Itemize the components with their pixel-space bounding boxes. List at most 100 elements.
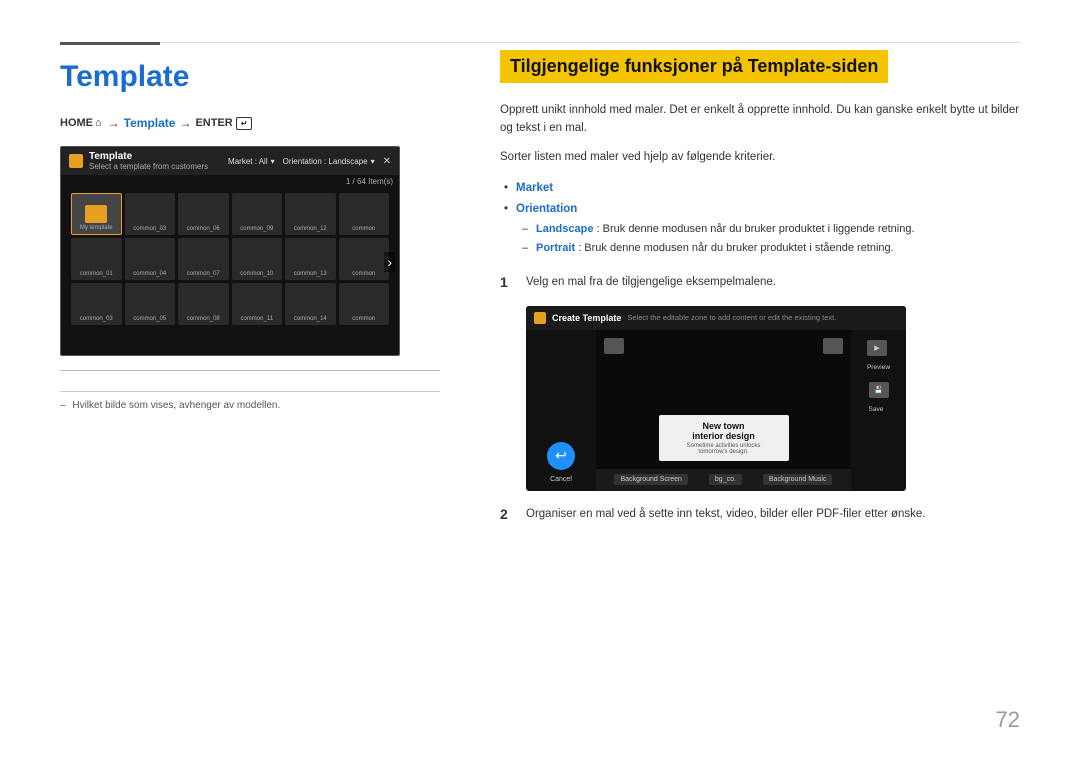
grid-item[interactable]: common_13 — [285, 238, 336, 280]
grid-item-label: common — [352, 316, 375, 322]
grid-item[interactable]: common_10 — [232, 238, 283, 280]
ct-title: Create Template — [552, 313, 621, 323]
market-label: Market — [516, 182, 553, 194]
ct-text-main: New town — [675, 421, 773, 431]
ct-left-panel: ↩ Cancel — [526, 330, 596, 491]
left-accent — [60, 42, 160, 45]
market-chevron-icon: ▾ — [271, 157, 275, 166]
ct-preview-label: Preview — [867, 364, 890, 371]
grid-item[interactable]: common_03 — [125, 193, 176, 235]
breadcrumb-template-link: Template — [124, 116, 176, 130]
ct-bg-screen-btn[interactable]: Background Screen — [614, 474, 687, 485]
item-count: 1 / 64 Item(s) — [346, 177, 393, 186]
ct-icon — [534, 312, 546, 324]
bullet-market: Market — [516, 178, 1020, 199]
orientation-label: Orientation — [516, 203, 577, 215]
grid-item-label: My template — [80, 225, 113, 231]
grid-item-label: common_03 — [133, 226, 166, 232]
breadcrumb-arrow1: → — [108, 116, 120, 130]
ct-icon-top-right — [823, 338, 843, 354]
ct-text-box: New town interior design Sometime activi… — [659, 415, 789, 461]
grid-item-label: common_13 — [294, 271, 327, 277]
page-number: 72 — [996, 707, 1020, 733]
orientation-sub-list: Landscape : Bruk denne modusen når du br… — [536, 220, 1020, 260]
grid-item-label: common_08 — [187, 316, 220, 322]
step-1-number: 1 — [500, 273, 516, 290]
feature-list: Market Orientation Landscape : Bruk denn… — [516, 178, 1020, 259]
grid-item-label: common_12 — [294, 226, 327, 232]
ct-text-tiny: Sometime activities unlocks tomorrow's d… — [675, 443, 773, 455]
screenshot-header-left: Template Select a template from customer… — [69, 151, 208, 171]
left-column: Template HOME ⌂ → Template → ENTER ↵ Tem… — [60, 50, 480, 723]
bullet-orientation: Orientation Landscape : Bruk denne modus… — [516, 199, 1020, 259]
ct-bg-co-btn[interactable]: bg_co. — [709, 474, 742, 485]
ct-save-icon[interactable]: 💾 — [869, 382, 889, 398]
caption-text: Hvilket bilde som vises, avhenger av mod… — [72, 400, 280, 411]
enter-icon: ↵ — [236, 117, 253, 130]
portrait-text: : Bruk denne modusen når du bruker produ… — [578, 242, 894, 254]
ct-black-area: New town interior design Sometime activi… — [596, 330, 851, 491]
grid-item[interactable]: common_07 — [178, 238, 229, 280]
step-2-text: Organiser en mal ved å sette inn tekst, … — [526, 505, 1020, 523]
grid-item[interactable]: common — [339, 283, 390, 325]
screenshot-subtitle: Select a template from customers — [89, 162, 208, 171]
step-1: 1 Velg en mal fra de tilgjengelige eksem… — [500, 273, 1020, 291]
close-icon[interactable]: ✕ — [383, 156, 391, 167]
next-arrow-icon[interactable]: › — [384, 252, 395, 272]
ct-cancel-icon[interactable]: ↩ — [547, 442, 575, 470]
grid-item-label: common_05 — [133, 316, 166, 322]
ct-bg-music-btn[interactable]: Background Music — [763, 474, 833, 485]
home-icon: ⌂ — [95, 117, 102, 129]
section-title: Tilgjengelige funksjoner på Template-sid… — [500, 50, 888, 83]
home-text: HOME — [60, 117, 93, 129]
grid-item-label: common — [352, 226, 375, 232]
grid-item[interactable]: common_08 — [178, 283, 229, 325]
grid-item[interactable]: common_03 — [71, 283, 122, 325]
grid-item-label: common_01 — [80, 271, 113, 277]
sort-text: Sorter listen med maler ved hjelp av føl… — [500, 148, 1020, 166]
grid-item[interactable]: common_06 — [178, 193, 229, 235]
orientation-dropdown-label: Orientation : Landscape — [283, 157, 368, 166]
grid-item[interactable]: common_09 — [232, 193, 283, 235]
create-template-box: Create Template Select the editable zone… — [526, 306, 906, 491]
breadcrumb: HOME ⌂ → Template → ENTER ↵ — [60, 116, 440, 130]
orientation-chevron-icon: ▾ — [371, 157, 375, 166]
ct-bottom-bar: Background Screen bg_co. Background Musi… — [596, 469, 851, 491]
screenshot-header-right: Market : All ▾ Orientation : Landscape ▾… — [228, 156, 391, 167]
screenshot-header: Template Select a template from customer… — [61, 147, 399, 175]
grid-item[interactable]: common_04 — [125, 238, 176, 280]
screenshot-caption: – Hvilket bilde som vises, avhenger av m… — [60, 391, 440, 411]
step-1-text: Velg en mal fra de tilgjengelige eksempe… — [526, 273, 1020, 291]
grid-item-label: common_04 — [133, 271, 166, 277]
ct-preview-icon[interactable]: ▶ — [867, 340, 887, 356]
ct-save-label: Save — [869, 406, 884, 413]
grid-item[interactable]: common_01 — [71, 238, 122, 280]
landscape-text: : Bruk denne modusen når du bruker produ… — [597, 223, 915, 235]
grid-item[interactable]: common — [339, 238, 390, 280]
orientation-dropdown[interactable]: Orientation : Landscape ▾ — [283, 157, 375, 166]
grid-item[interactable]: common_11 — [232, 283, 283, 325]
template-icon — [69, 154, 83, 168]
market-dropdown-label: Market : All — [228, 157, 268, 166]
grid-item-my-template[interactable]: My template — [71, 193, 122, 235]
breadcrumb-arrow2: → — [179, 116, 191, 130]
top-divider — [60, 42, 1020, 43]
ct-cancel-label[interactable]: Cancel — [550, 476, 572, 483]
my-template-icon — [85, 205, 107, 223]
caption-dash: – — [60, 400, 66, 411]
step-2-number: 2 — [500, 505, 516, 522]
grid-item[interactable]: common_14 — [285, 283, 336, 325]
screenshot-title: Template — [89, 151, 208, 162]
caption-divider: – Hvilket bilde som vises, avhenger av m… — [60, 370, 440, 411]
sub-bullet-landscape: Landscape : Bruk denne modusen når du br… — [536, 220, 1020, 240]
ct-header: Create Template Select the editable zone… — [526, 306, 906, 330]
grid-item-label: common — [352, 271, 375, 277]
grid-item[interactable]: common — [339, 193, 390, 235]
ct-icon-top-left — [604, 338, 624, 354]
intro-text: Opprett unikt innhold med maler. Det er … — [500, 101, 1020, 138]
grid-item[interactable]: common_12 — [285, 193, 336, 235]
market-dropdown[interactable]: Market : All ▾ — [228, 157, 275, 166]
grid-item-label: common_11 — [240, 316, 273, 322]
step-2: 2 Organiser en mal ved å sette inn tekst… — [500, 505, 1020, 523]
grid-item[interactable]: common_05 — [125, 283, 176, 325]
